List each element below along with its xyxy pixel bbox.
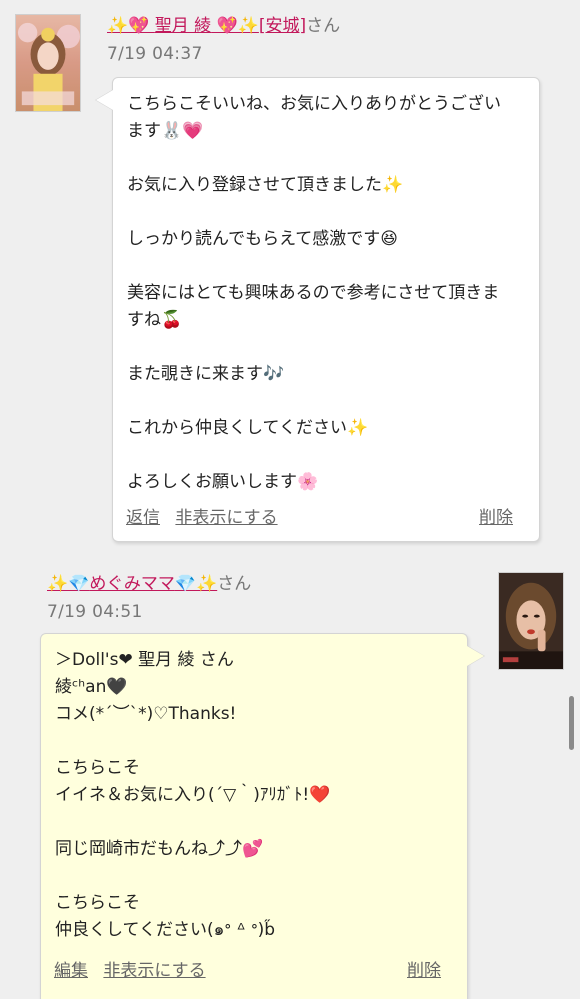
commenter-name: めぐみママ — [89, 574, 175, 594]
user-avatar[interactable] — [498, 572, 564, 670]
comment-bubble: こちらこそいいね、お気に入りありがとうござい ます🐰💗 お気に入り登録させて頂き… — [96, 77, 540, 542]
comment-header: ✨💎めぐみママ💎✨さん 7/19 04:51 — [47, 572, 251, 624]
user-avatar[interactable] — [15, 14, 81, 112]
comment-actions: 返信 非表示にする 削除 — [126, 503, 513, 528]
commenter-name: 聖月 綾 — [154, 16, 212, 36]
commenter-name-link[interactable]: ✨💎めぐみママ💎✨ — [47, 574, 217, 594]
name-suffix-emoji: 💎✨ — [174, 574, 218, 594]
message-line: また覗きに来ます🎶 — [127, 364, 285, 384]
message-line: 仲良くしてください(๑ᐤ ᐞ ᐤ)b̋ — [55, 920, 276, 940]
commenter-name-link[interactable]: ✨💖 聖月 綾 💖✨ — [107, 16, 259, 36]
message-line: お気に入り登録させて頂きました✨ — [127, 175, 404, 195]
area-link[interactable]: [安城] — [259, 16, 306, 36]
comment-body: ＞Doll's❤ 聖月 綾 さん 綾ᶜʰan🖤 コメ(*´︶`*)♡Thanks… — [55, 647, 453, 944]
message-line: ＞Doll's❤ 聖月 綾 さん — [55, 650, 234, 670]
name-suffix-emoji: 💖✨ — [211, 16, 259, 36]
bubble-tail — [96, 90, 113, 110]
avatar-photo — [499, 573, 563, 669]
message-line: これから仲良くしてください✨ — [127, 418, 369, 438]
hide-link[interactable]: 非表示にする — [175, 508, 277, 528]
message-line: ます🐰💗 — [127, 121, 204, 141]
message-line: 同じ岡崎市だもんね⤴︎⤴︎💕 — [55, 839, 264, 859]
message-line: 綾ᶜʰan🖤 — [55, 677, 128, 697]
message-line: しっかり読んでもらえて感激です😆 — [127, 229, 399, 249]
comment-date: 7/19 04:51 — [47, 602, 143, 622]
message-line: こちらこそ — [55, 893, 140, 913]
comment-date: 7/19 04:37 — [107, 44, 203, 64]
message-line: コメ(*´︶`*)♡Thanks! — [55, 704, 237, 724]
hide-link[interactable]: 非表示にする — [103, 961, 205, 981]
message-line: よろしくお願いします🌸 — [127, 472, 319, 492]
name-prefix-emoji: ✨💎 — [47, 574, 90, 594]
message-line: すね🍒 — [127, 310, 183, 330]
avatar-photo — [16, 15, 80, 111]
message-line: こちらこそ — [55, 758, 140, 778]
scrollbar-thumb[interactable] — [569, 696, 574, 750]
reply-link[interactable]: 返信 — [126, 508, 160, 528]
message-line: 美容にはとても興味あるので参考にさせて頂きま — [127, 283, 500, 303]
comment-header: ✨💖 聖月 綾 💖✨[安城]さん 7/19 04:37 — [107, 14, 340, 66]
honorific: さん — [306, 16, 341, 36]
name-prefix-emoji: ✨💖 — [107, 16, 155, 36]
comment-body: こちらこそいいね、お気に入りありがとうござい ます🐰💗 お気に入り登録させて頂き… — [127, 91, 525, 496]
delete-link[interactable]: 削除 — [407, 956, 441, 981]
comment-bubble: ＞Doll's❤ 聖月 綾 さん 綾ᶜʰan🖤 コメ(*´︶`*)♡Thanks… — [40, 633, 484, 999]
message-line: イイネ＆お気に入り(´▽｀)ｱﾘｶﾞﾄ!❤️ — [55, 785, 331, 805]
honorific: さん — [217, 574, 252, 594]
bubble-tail — [467, 646, 484, 666]
comment-actions: 編集 非表示にする 削除 — [54, 956, 441, 981]
message-line: こちらこそいいね、お気に入りありがとうござい — [127, 94, 501, 114]
delete-link[interactable]: 削除 — [479, 503, 513, 528]
edit-link[interactable]: 編集 — [54, 961, 88, 981]
